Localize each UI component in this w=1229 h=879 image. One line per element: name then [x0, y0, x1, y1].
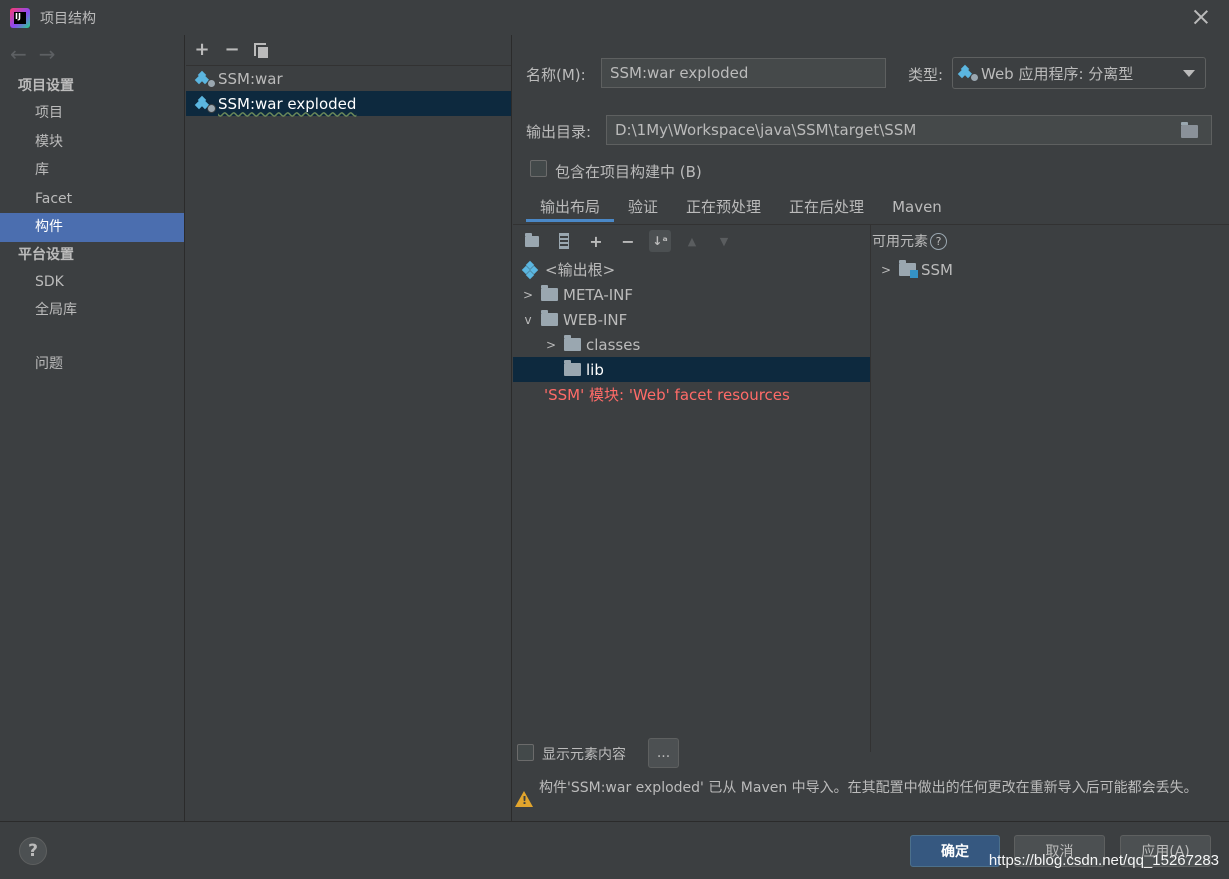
help-button[interactable]: ?: [19, 837, 47, 865]
artifact-item-selected[interactable]: SSM:war exploded: [186, 91, 511, 116]
nav-group-project-settings: 项目设置: [18, 78, 74, 94]
show-content-label: 显示元素内容: [542, 747, 626, 763]
tree-root[interactable]: <输出根>: [513, 257, 870, 282]
available-item[interactable]: > SSM: [871, 257, 1229, 282]
move-down-icon[interactable]: ▼: [713, 230, 735, 252]
tab-pre-processing[interactable]: 正在预处理: [672, 192, 775, 222]
type-dropdown[interactable]: Web 应用程序: 分离型: [952, 57, 1206, 89]
tree-node-label: lib: [586, 360, 604, 379]
nav-item-facets[interactable]: Facet: [0, 185, 184, 214]
nav-item-global-libraries[interactable]: 全局库: [0, 296, 184, 325]
include-in-build-label: 包含在项目构建中 (B): [555, 163, 702, 181]
tree-node-label: classes: [586, 335, 641, 354]
name-field[interactable]: SSM:war exploded: [601, 58, 886, 88]
tab-output-layout[interactable]: 输出布局: [526, 192, 615, 222]
chevron-down-icon[interactable]: v: [521, 313, 535, 327]
nav-item-modules[interactable]: 模块: [0, 128, 184, 157]
layout-toolbar: + − ↓ᵃ ▲ ▼: [513, 225, 870, 257]
window-title: 项目结构: [40, 10, 96, 27]
available-item-label: SSM: [921, 260, 953, 279]
back-arrow-icon[interactable]: ←: [10, 42, 27, 66]
tree-node-label: META-INF: [563, 285, 634, 304]
remove-element-icon[interactable]: −: [617, 230, 639, 252]
archive-icon[interactable]: [553, 230, 575, 252]
tree-node-meta-inf[interactable]: > META-INF: [513, 282, 870, 307]
sort-icon[interactable]: ↓ᵃ: [649, 230, 671, 252]
show-content-checkbox[interactable]: [517, 744, 534, 761]
add-icon[interactable]: +: [194, 41, 210, 59]
artifact-list-pane: + − SSM:war SSM:war exploded: [186, 35, 512, 821]
copy-icon[interactable]: [254, 42, 268, 58]
tree-node-facet-resources[interactable]: 'SSM' 模块: 'Web' facet resources: [513, 382, 870, 407]
type-label: 类型:: [908, 66, 944, 84]
nav-item-project[interactable]: 项目: [0, 99, 184, 128]
artifact-label: SSM:war exploded: [218, 94, 357, 113]
web-artifact-icon: [957, 64, 979, 82]
tree-node-classes[interactable]: > classes: [513, 332, 870, 357]
nav-item-libraries[interactable]: 库: [0, 156, 184, 185]
folder-icon: [564, 360, 581, 376]
add-copy-icon[interactable]: +: [585, 230, 607, 252]
web-artifact-icon: [194, 70, 216, 88]
settings-nav: ← → 项目设置 项目 模块 库 Facet 构件 平台设置 SDK 全局库 问…: [0, 35, 185, 821]
artifact-toolbar: + −: [186, 35, 511, 66]
tree-node-web-inf[interactable]: v WEB-INF: [513, 307, 870, 332]
output-dir-field[interactable]: D:\1My\Workspace\java\SSM\target\SSM: [606, 115, 1212, 145]
nav-group-platform-settings: 平台设置: [18, 246, 74, 263]
watermark: https://blog.csdn.net/qq_15267283: [988, 852, 1219, 869]
available-elements-panel: 可用元素 ? > SSM: [871, 225, 1229, 752]
tree-root-label: <输出根>: [545, 261, 616, 279]
output-root-icon: [521, 260, 543, 279]
intellij-logo-icon: IJ: [10, 7, 30, 28]
warning-icon: !: [515, 791, 533, 807]
remove-icon[interactable]: −: [224, 41, 240, 59]
forward-arrow-icon[interactable]: →: [39, 42, 56, 66]
tab-validation[interactable]: 验证: [614, 192, 672, 222]
title-bar: IJ 项目结构: [0, 0, 1229, 35]
history-nav: ← →: [0, 35, 184, 73]
maven-import-warning: 构件'SSM:war exploded' 已从 Maven 中导入。在其配置中做…: [539, 780, 1198, 796]
include-in-build-checkbox[interactable]: [530, 160, 547, 177]
tab-bar: 输出布局 验证 正在预处理 正在后处理 Maven: [526, 192, 956, 222]
help-circle-icon[interactable]: ?: [930, 232, 947, 250]
name-label: 名称(M):: [526, 66, 586, 84]
move-up-icon[interactable]: ▲: [681, 230, 703, 252]
artifact-label: SSM:war: [218, 69, 283, 88]
chevron-right-icon[interactable]: >: [544, 338, 558, 352]
tab-post-processing[interactable]: 正在后处理: [775, 192, 878, 222]
nav-item-artifacts[interactable]: 构件: [0, 213, 184, 242]
artifact-config-pane: 名称(M): SSM:war exploded 类型: Web 应用程序: 分离…: [513, 35, 1229, 821]
available-header: 可用元素 ?: [871, 225, 1229, 257]
output-dir-value: D:\1My\Workspace\java\SSM\target\SSM: [615, 121, 917, 139]
close-icon[interactable]: [1191, 7, 1211, 27]
type-value: Web 应用程序: 分离型: [981, 64, 1134, 83]
web-artifact-icon: [194, 95, 216, 113]
tree-node-lib[interactable]: lib: [513, 357, 870, 382]
chevron-right-icon[interactable]: >: [879, 263, 893, 277]
tab-maven[interactable]: Maven: [878, 192, 956, 222]
folder-icon: [541, 285, 558, 301]
dialog-footer: ? 确定 取消 应用(A) https://blog.csdn.net/qq_1…: [0, 821, 1229, 879]
output-dir-label: 输出目录:: [526, 123, 592, 141]
available-title: 可用元素: [872, 234, 928, 250]
chevron-down-icon: [1183, 70, 1195, 77]
nav-item-problems[interactable]: 问题: [0, 350, 184, 379]
tree-node-label: 'SSM' 模块: 'Web' facet resources: [544, 386, 790, 404]
chevron-right-icon[interactable]: >: [521, 288, 535, 302]
new-directory-icon[interactable]: [521, 230, 543, 252]
nav-item-sdk[interactable]: SDK: [0, 268, 184, 297]
folder-icon: [564, 335, 581, 351]
output-layout-tree: + − ↓ᵃ ▲ ▼ <输出根> > META-INF v WEB-INF > …: [513, 225, 871, 752]
show-content-options-button[interactable]: ...: [648, 738, 679, 768]
browse-folder-icon[interactable]: [1181, 122, 1198, 138]
artifact-item[interactable]: SSM:war: [186, 66, 511, 91]
module-folder-icon: [899, 260, 918, 278]
ok-button[interactable]: 确定: [910, 835, 1000, 867]
folder-icon: [541, 310, 558, 326]
tree-node-label: WEB-INF: [563, 310, 628, 329]
